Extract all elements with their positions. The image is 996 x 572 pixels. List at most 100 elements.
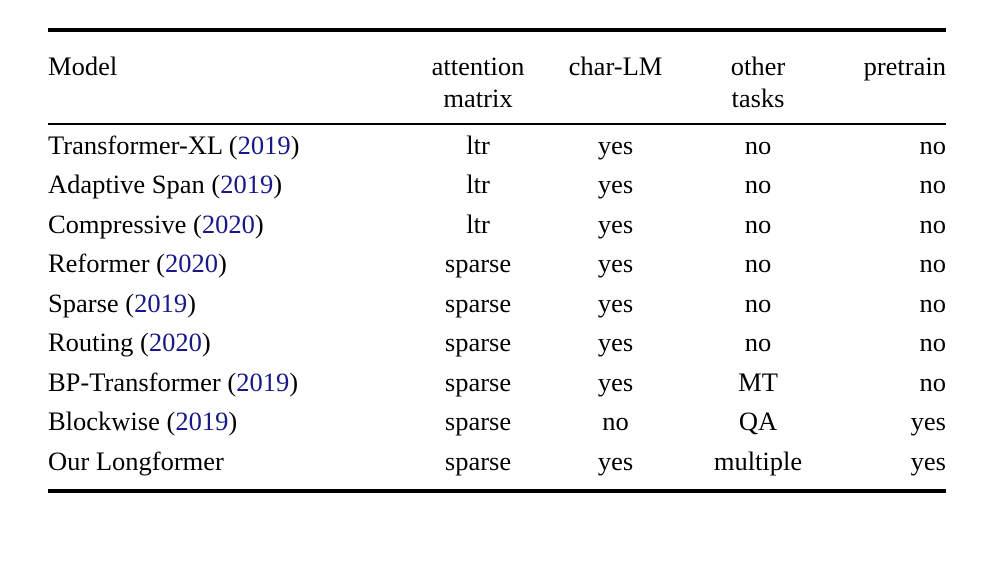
table-body: Transformer-XL (2019) ltr yes no no Adaptive …: [48, 125, 946, 481]
cell-other-tasks: no: [744, 208, 772, 239]
table-row: Routing (2020) sparse yes no no: [48, 323, 946, 363]
column-header-charlm-line1: char-LM: [568, 51, 663, 81]
citation-year-link[interactable]: 2019: [134, 288, 187, 318]
citation-open-paren: (: [204, 169, 221, 199]
citation-open-paren: (: [220, 366, 237, 397]
citation-close-paren: ): [273, 169, 283, 199]
table-row: Compressive (2020) ltr yes no no: [48, 204, 946, 244]
citation-year-link[interactable]: 2019: [238, 130, 291, 160]
citation-year-link[interactable]: 2020: [165, 248, 218, 278]
column-header-other-tasks: other tasks: [683, 41, 833, 124]
cell-pretrain: no: [919, 129, 947, 160]
citation-close-paren: ): [228, 406, 238, 436]
cell-pretrain: no: [919, 327, 947, 357]
model-name: Sparse: [48, 287, 119, 318]
citation-open-paren: (: [222, 129, 238, 160]
cell-attention-matrix: sparse: [444, 287, 512, 318]
table-row: Transformer-XL (2019) ltr yes no no: [48, 125, 946, 165]
header-top-spacer: [48, 32, 946, 41]
citation-year-link[interactable]: 2020: [202, 209, 255, 239]
citation-year-link[interactable]: 2019: [236, 367, 289, 397]
column-header-model-label: Model: [48, 51, 118, 81]
table-row: Our Longformer sparse yes multiple yes: [48, 441, 946, 481]
cell-pretrain: no: [919, 169, 947, 199]
table-row: Blockwise (2019) sparse no QA yes: [48, 402, 946, 442]
cell-model: Our Longformer: [48, 441, 408, 481]
cell-char-lm: yes: [597, 287, 634, 318]
cell-attention-matrix: sparse: [444, 445, 512, 476]
table-footer: [48, 481, 946, 495]
cell-other-tasks: MT: [738, 366, 778, 397]
cell-char-lm: yes: [597, 169, 634, 199]
comparison-table-container: Model attention matrix char-LM other tas…: [48, 28, 946, 495]
cell-pretrain: no: [919, 208, 947, 239]
cell-attention-matrix: sparse: [444, 248, 512, 278]
table-row: Reformer (2020) sparse yes no no: [48, 244, 946, 284]
cell-char-lm: no: [602, 406, 629, 436]
citation-open-paren: (: [186, 208, 202, 239]
citation-year-link[interactable]: 2020: [149, 327, 202, 357]
model-name: Adaptive Span: [48, 169, 205, 199]
column-header-pretrain-line1: pretrain: [863, 51, 946, 81]
table-row: BP-Transformer (2019) sparse yes MT no: [48, 362, 946, 402]
cell-other-tasks: no: [744, 248, 772, 278]
header-row: Model attention matrix char-LM other tas…: [48, 41, 946, 124]
cell-attention-matrix: sparse: [444, 406, 512, 436]
cell-model: Blockwise (2019): [48, 402, 408, 442]
cell-pretrain: no: [919, 287, 947, 318]
table-header: Model attention matrix char-LM other tas…: [48, 28, 946, 126]
cell-pretrain: no: [919, 248, 947, 278]
cell-other-tasks: no: [744, 129, 772, 160]
cell-other-tasks: QA: [738, 406, 778, 436]
cell-model: Adaptive Span (2019): [48, 165, 408, 205]
model-name: Our Longformer: [48, 445, 224, 476]
column-header-attention-line1: attention: [431, 51, 525, 81]
cell-attention-matrix: ltr: [466, 129, 490, 160]
model-name: Routing: [48, 327, 134, 357]
cell-attention-matrix: sparse: [444, 366, 512, 397]
cell-model: BP-Transformer (2019): [48, 362, 408, 402]
column-header-pretrain: pretrain: [833, 41, 946, 124]
cell-char-lm: yes: [597, 445, 634, 476]
bottom-rule: [48, 488, 946, 495]
model-name: BP-Transformer: [48, 366, 221, 397]
cell-attention-matrix: sparse: [444, 327, 512, 357]
cell-char-lm: yes: [597, 327, 634, 357]
cell-other-tasks: multiple: [713, 445, 803, 476]
citation-close-paren: ): [201, 327, 211, 357]
citation-open-paren: (: [133, 327, 149, 357]
citation-close-paren: ): [289, 366, 299, 397]
cell-other-tasks: no: [744, 327, 772, 357]
model-name: Blockwise: [48, 406, 160, 436]
column-header-attention-matrix: attention matrix: [408, 41, 548, 124]
bottom-spacer: [48, 481, 946, 491]
table-row: Adaptive Span (2019) ltr yes no no: [48, 165, 946, 205]
cell-model: Reformer (2020): [48, 244, 408, 284]
citation-close-paren: ): [290, 129, 300, 160]
column-header-other-line2: tasks: [731, 82, 785, 113]
cell-char-lm: yes: [597, 208, 634, 239]
column-header-model: Model: [48, 41, 408, 124]
model-name: Transformer-XL: [48, 129, 223, 160]
cell-other-tasks: no: [744, 287, 772, 318]
column-header-attention-line2: matrix: [443, 82, 513, 113]
cell-char-lm: yes: [597, 366, 634, 397]
citation-open-paren: (: [159, 406, 176, 436]
cell-model: Compressive (2020): [48, 204, 408, 244]
citation-close-paren: ): [254, 208, 264, 239]
cell-attention-matrix: ltr: [466, 208, 490, 239]
table-row: Sparse (2019) sparse yes no no: [48, 283, 946, 323]
cell-pretrain: yes: [910, 406, 946, 436]
column-header-other-line1: other: [730, 51, 786, 81]
citation-year-link[interactable]: 2019: [175, 406, 228, 436]
citation-open-paren: (: [118, 287, 135, 318]
cell-model: Routing (2020): [48, 323, 408, 363]
citation-year-link[interactable]: 2019: [220, 169, 273, 199]
cell-model: Sparse (2019): [48, 283, 408, 323]
model-name: Reformer: [48, 248, 150, 278]
model-name: Compressive: [48, 208, 187, 239]
cell-pretrain: no: [919, 366, 947, 397]
citation-close-paren: ): [218, 248, 227, 278]
citation-close-paren: ): [187, 287, 196, 318]
cell-char-lm: yes: [597, 129, 634, 160]
